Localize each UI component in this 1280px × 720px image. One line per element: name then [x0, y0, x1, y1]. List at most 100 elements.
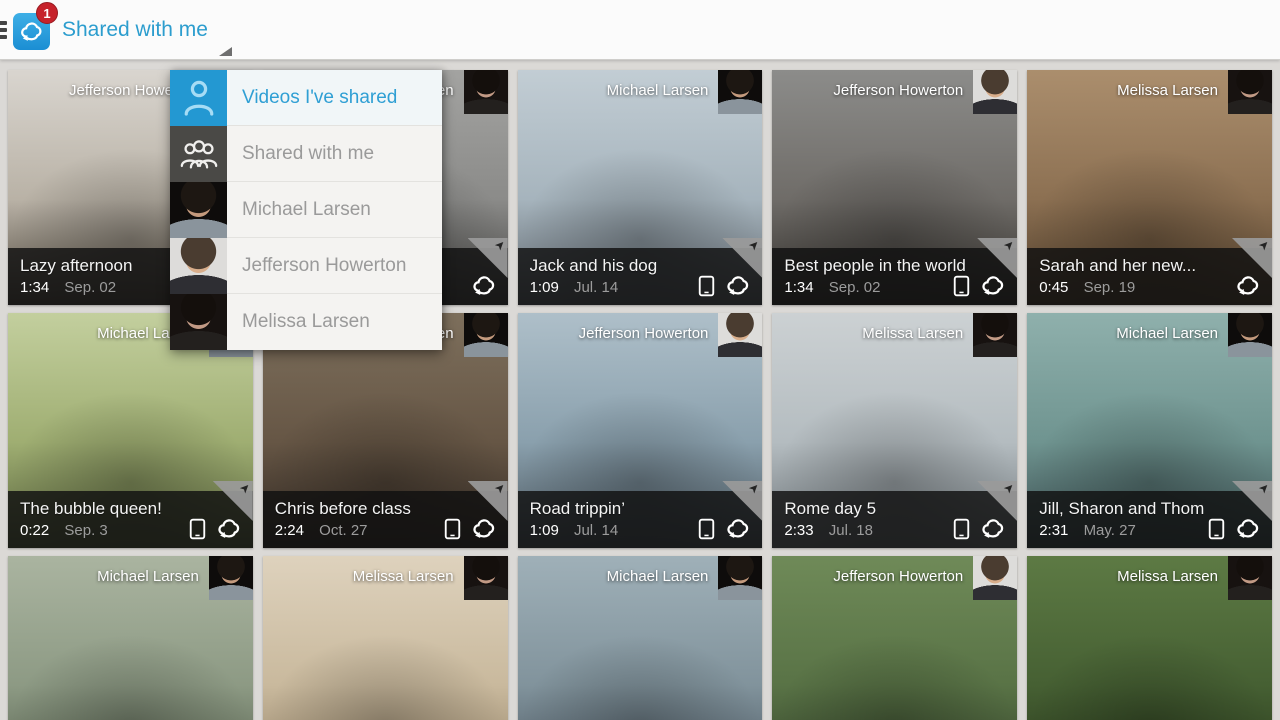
page-title: Shared with me — [62, 18, 208, 42]
video-card[interactable]: Melissa Larsen ➤ Rome day 5 2:33 Jul. 18 — [772, 313, 1017, 548]
video-date: Jul. 14 — [574, 279, 618, 296]
cloud-share-icon — [980, 517, 1007, 540]
video-card[interactable]: Melissa Larsen — [263, 556, 508, 720]
video-duration: 0:45 — [1039, 279, 1068, 296]
video-card[interactable]: Melissa Larsen ➤ Sarah and her new... 0:… — [1027, 70, 1272, 305]
owner-name: Michael Larsen — [97, 568, 199, 585]
spinner-caret-icon — [219, 47, 232, 56]
share-arrow-icon: ➤ — [746, 236, 763, 253]
video-status-icons — [1235, 274, 1262, 297]
video-date: Jul. 18 — [829, 522, 873, 539]
owner-name: Melissa Larsen — [1117, 568, 1218, 585]
video-duration: 2:24 — [275, 522, 304, 539]
video-duration: 0:22 — [20, 522, 49, 539]
menu-item-avatar — [170, 238, 227, 294]
share-arrow-icon: ➤ — [1255, 479, 1272, 496]
owner-avatar — [718, 313, 762, 357]
owner-name: Michael Larsen — [607, 568, 709, 585]
video-info-bar: ➤ Jill, Sharon and Thom 2:31 May. 27 — [1027, 491, 1272, 548]
video-card[interactable]: Melissa Larsen — [1027, 556, 1272, 720]
owner-avatar — [209, 556, 253, 600]
menu-item-shared-with-me[interactable]: Shared with me — [170, 126, 442, 182]
device-icon — [953, 518, 970, 540]
view-spinner[interactable]: Shared with me — [62, 0, 208, 60]
menu-icon[interactable] — [0, 21, 7, 40]
device-icon — [444, 518, 461, 540]
video-date: May. 27 — [1084, 522, 1136, 539]
video-date: Oct. 27 — [319, 522, 367, 539]
video-status-icons — [698, 517, 752, 540]
owner-avatar — [973, 70, 1017, 114]
owner-avatar — [1228, 313, 1272, 357]
video-status-icons — [953, 517, 1007, 540]
menu-item-icon-cell — [170, 238, 227, 294]
video-card[interactable]: Jefferson Howerton — [772, 556, 1017, 720]
cloud-share-icon — [471, 517, 498, 540]
app-header: 1 Shared with me — [0, 0, 1280, 60]
video-meta: 0:45 Sep. 19 — [1039, 279, 1260, 296]
video-card[interactable]: Michael Larsen — [518, 556, 763, 720]
video-info-bar: ➤ Road trippin’ 1:09 Jul. 14 — [518, 491, 763, 548]
menu-item-icon-cell — [170, 182, 227, 238]
video-card[interactable]: Michael Larsen ➤ Jack and his dog 1:09 J… — [518, 70, 763, 305]
device-icon — [698, 275, 715, 297]
video-card[interactable]: Jefferson Howerton ➤ Road trippin’ 1:09 … — [518, 313, 763, 548]
device-icon — [953, 275, 970, 297]
video-info-bar: ➤ The bubble queen! 0:22 Sep. 3 — [8, 491, 253, 548]
video-status-icons — [444, 517, 498, 540]
share-arrow-icon: ➤ — [1255, 236, 1272, 253]
video-info-bar: ➤ Sarah and her new... 0:45 Sep. 19 — [1027, 248, 1272, 305]
menu-item-label: Michael Larsen — [227, 182, 442, 238]
owner-name: Jefferson Howerton — [833, 82, 963, 99]
video-status-icons — [189, 517, 243, 540]
video-title: Sarah and her new... — [1039, 255, 1260, 277]
owner-name: Melissa Larsen — [862, 325, 963, 342]
owner-avatar — [718, 70, 762, 114]
owner-avatar — [1228, 556, 1272, 600]
video-card[interactable]: Jefferson Howerton ➤ Best people in the … — [772, 70, 1017, 305]
menu-item-avatar — [170, 182, 227, 238]
owner-name: Michael Larsen — [607, 82, 709, 99]
menu-item-michael-larsen[interactable]: Michael Larsen — [170, 182, 442, 238]
video-date: Sep. 02 — [829, 279, 881, 296]
video-status-icons — [698, 274, 752, 297]
video-status-icons — [1208, 517, 1262, 540]
owner-avatar — [718, 556, 762, 600]
video-duration: 1:09 — [530, 279, 559, 296]
menu-item-jefferson-howerton[interactable]: Jefferson Howerton — [170, 238, 442, 294]
owner-avatar — [973, 313, 1017, 357]
cloud-share-icon — [1235, 274, 1262, 297]
app-logo-icon[interactable]: 1 — [13, 13, 50, 50]
menu-item-label: Videos I've shared — [227, 70, 442, 126]
video-info-bar: ➤ Jack and his dog 1:09 Jul. 14 — [518, 248, 763, 305]
owner-name: Melissa Larsen — [353, 568, 454, 585]
video-info-bar: ➤ Chris before class 2:24 Oct. 27 — [263, 491, 508, 548]
cloud-share-icon — [19, 20, 45, 43]
owner-name: Jefferson Howerton — [579, 325, 709, 342]
owner-avatar — [464, 70, 508, 114]
video-duration: 2:33 — [784, 522, 813, 539]
cloud-share-icon — [980, 274, 1007, 297]
person-icon — [182, 78, 216, 118]
menu-item-melissa-larsen[interactable]: Melissa Larsen — [170, 294, 442, 350]
video-card[interactable]: Michael Larsen — [8, 556, 253, 720]
video-duration: 1:34 — [784, 279, 813, 296]
video-info-bar: ➤ Best people in the world 1:34 Sep. 02 — [772, 248, 1017, 305]
cloud-share-icon — [471, 274, 498, 297]
share-arrow-icon: ➤ — [491, 479, 508, 496]
video-duration: 2:31 — [1039, 522, 1068, 539]
video-card[interactable]: Michael Larsen ➤ Jill, Sharon and Thom 2… — [1027, 313, 1272, 548]
cloud-share-icon — [216, 517, 243, 540]
owner-avatar — [973, 556, 1017, 600]
cloud-share-icon — [725, 517, 752, 540]
menu-item-videos-i-ve-shared[interactable]: Videos I've shared — [170, 70, 442, 126]
share-arrow-icon: ➤ — [1001, 479, 1018, 496]
video-date: Sep. 3 — [64, 522, 107, 539]
share-arrow-icon: ➤ — [491, 236, 508, 253]
video-status-icons — [471, 274, 498, 297]
device-icon — [1208, 518, 1225, 540]
menu-item-icon-cell — [170, 294, 227, 350]
menu-item-label: Jefferson Howerton — [227, 238, 442, 294]
owner-name: Jefferson Howerton — [833, 568, 963, 585]
owner-avatar — [1228, 70, 1272, 114]
